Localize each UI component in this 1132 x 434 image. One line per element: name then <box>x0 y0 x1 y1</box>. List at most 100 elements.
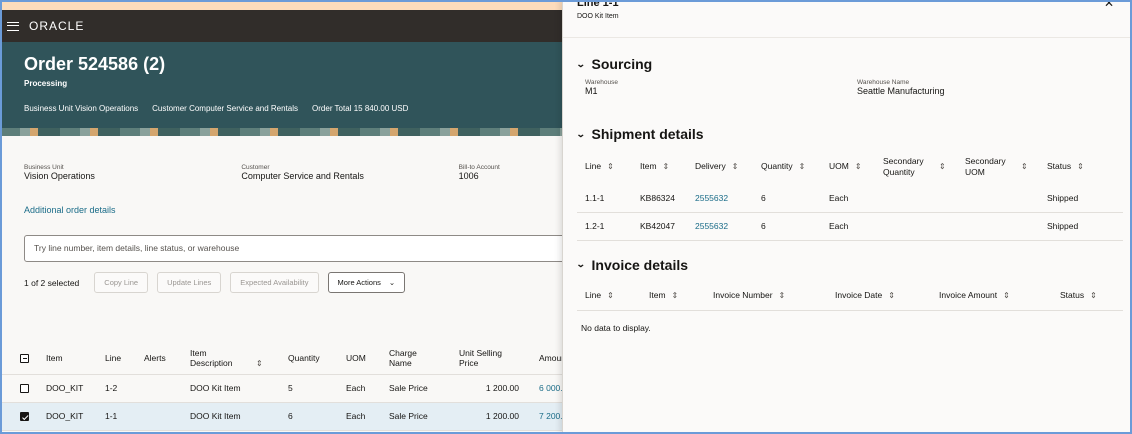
sort-icon: ⇕ <box>854 162 862 172</box>
column-header[interactable]: Quantity ⇕ <box>753 150 821 184</box>
drawer-subtitle: DOO Kit Item <box>577 13 619 20</box>
select-all-checkbox[interactable] <box>20 353 29 363</box>
cell-quantity: 6 <box>288 402 346 431</box>
sort-icon: ⇕ <box>1077 162 1084 172</box>
cell-item: KB42047 <box>632 212 687 241</box>
table-header-row: Line ⇕ Item ⇕ Delivery ⇕ Quantity ⇕ UOM ⇕ Sec… <box>577 150 1123 184</box>
shipment-section-toggle[interactable]: ⌄ Shipment details <box>576 126 1132 142</box>
column-header[interactable]: Secondary UOM ⇕ <box>957 150 1039 184</box>
invoice-table: Line ⇕ Item ⇕ Invoice Number ⇕ Invoice Date… <box>577 280 1123 311</box>
line-search-input[interactable]: Try line number, item details, line stat… <box>24 235 584 262</box>
copy-line-button[interactable]: Copy Line <box>94 272 149 293</box>
hamburger-menu-icon[interactable] <box>7 21 19 31</box>
cell-secondary-uom <box>957 212 1039 241</box>
sourcing-fields: Warehouse M1 Warehouse Name Seattle Manufa… <box>585 79 1132 96</box>
column-header[interactable]: Invoice Number ⇕ <box>705 280 827 311</box>
cell-uom: Each <box>821 212 875 241</box>
column-header-label: Item <box>649 289 666 300</box>
section-title: Shipment details <box>591 126 704 142</box>
sort-icon: ⇕ <box>607 162 614 172</box>
column-header-label: Delivery <box>695 161 726 172</box>
chevron-down-icon: ⌄ <box>575 259 586 269</box>
cell-delivery-link[interactable]: 2555632 <box>687 184 753 213</box>
cell-status: Shipped <box>1039 212 1123 241</box>
column-header[interactable]: Secondary Quantity ⇕ <box>875 150 957 184</box>
sort-icon: ⇕ <box>1090 290 1097 300</box>
column-header[interactable]: Unit Selling Price <box>459 342 539 375</box>
column-header[interactable]: Invoice Amount ⇕ <box>931 280 1052 311</box>
table-row[interactable]: 1.2-1 KB42047 2555632 6 Each Shipped <box>577 212 1123 241</box>
cell-line: 1.1-1 <box>577 184 632 213</box>
sort-icon: ⇕ <box>1021 162 1028 172</box>
expected-availability-button[interactable]: Expected Availability <box>230 272 319 293</box>
column-header[interactable]: Charge Name <box>389 342 459 375</box>
sort-icon: ⇕ <box>671 290 679 300</box>
column-header-label: Quantity <box>761 161 793 172</box>
cell-item: DOO_KIT <box>46 374 105 403</box>
column-header[interactable]: Status ⇕ <box>1039 150 1123 184</box>
sort-icon[interactable]: ⇕ <box>256 359 263 368</box>
column-header-label: Invoice Date <box>835 289 883 300</box>
cell-charge: Sale Price <box>389 402 459 431</box>
sort-icon: ⇕ <box>798 162 806 172</box>
table-row[interactable]: 1.1-1 KB86324 2555632 6 Each Shipped <box>577 184 1123 213</box>
column-header-label: Secondary UOM <box>965 155 1006 177</box>
cell-delivery-link[interactable]: 2555632 <box>687 212 753 241</box>
cell-charge: Sale Price <box>389 374 459 403</box>
field-label: Customer <box>241 164 270 171</box>
meta-value: 15 840.00 USD <box>353 104 409 113</box>
sort-icon: ⇕ <box>939 162 946 172</box>
meta-label: Order Total <box>312 104 352 113</box>
drawer-header: Line 1-1 DOO Kit Item ✕ <box>563 0 1132 38</box>
cell-item: KB86324 <box>632 184 687 213</box>
row-checkbox[interactable] <box>20 384 29 394</box>
column-header[interactable]: Item <box>46 342 105 375</box>
sort-icon: ⇕ <box>778 290 786 300</box>
column-header[interactable]: Quantity <box>288 342 346 375</box>
more-actions-label: More Actions <box>337 278 381 287</box>
empty-message: No data to display. <box>581 323 651 333</box>
sort-icon: ⇕ <box>731 162 739 172</box>
column-header[interactable]: Item ⇕ <box>641 280 705 311</box>
sort-icon: ⇕ <box>1003 290 1010 300</box>
oracle-logo[interactable]: ORACLE <box>29 19 84 33</box>
column-header[interactable]: Line <box>105 342 144 375</box>
column-header-label: Status <box>1060 289 1085 300</box>
drawer-title: Line 1-1 <box>577 0 619 9</box>
column-header[interactable]: Alerts <box>144 342 190 375</box>
cell-price: 1 200.00 <box>459 402 539 431</box>
cell-price: 1 200.00 <box>459 374 539 403</box>
column-header[interactable]: Delivery ⇕ <box>687 150 753 184</box>
cell-secondary-quantity <box>875 184 957 213</box>
column-header[interactable]: Line ⇕ <box>577 280 641 311</box>
more-actions-button[interactable]: More Actions ⌄ <box>327 272 406 293</box>
field-label: Warehouse Name <box>857 79 910 86</box>
cell-alerts <box>144 402 190 431</box>
table-header-row: Line ⇕ Item ⇕ Invoice Number ⇕ Invoice Date… <box>577 280 1123 311</box>
column-header-label: Invoice Number <box>713 289 773 300</box>
meta-label: Customer <box>152 104 187 113</box>
column-header[interactable]: UOM ⇕ <box>821 150 875 184</box>
cell-uom: Each <box>346 402 389 431</box>
sort-icon: ⇕ <box>607 290 614 300</box>
update-lines-button[interactable]: Update Lines <box>157 272 222 293</box>
meta-value: Vision Operations <box>75 104 139 113</box>
row-checkbox[interactable] <box>20 412 29 422</box>
meta-label: Business Unit <box>24 104 73 113</box>
field-value: Computer Service and Rentals <box>241 171 364 181</box>
column-header[interactable]: Item ⇕ <box>632 150 687 184</box>
column-header[interactable]: Line ⇕ <box>577 150 632 184</box>
cell-secondary-uom <box>957 184 1039 213</box>
close-icon[interactable]: ✕ <box>1104 0 1114 10</box>
column-header[interactable]: UOM <box>346 342 389 375</box>
cell-description: DOO Kit Item <box>190 402 288 431</box>
column-header[interactable]: Invoice Date ⇕ <box>827 280 931 311</box>
column-header[interactable]: Status ⇕ <box>1052 280 1123 311</box>
column-header[interactable]: Item Description ⇕ <box>190 342 288 375</box>
invoice-section-toggle[interactable]: ⌄ Invoice details <box>575 257 1132 273</box>
cell-uom: Each <box>346 374 389 403</box>
column-header-label: Line <box>585 289 602 300</box>
line-details-drawer: Line 1-1 DOO Kit Item ✕ ⌄ Sourcing Wareho… <box>562 0 1132 434</box>
cell-line: 1-2 <box>105 374 144 403</box>
sourcing-section-toggle[interactable]: ⌄ Sourcing <box>576 56 1132 72</box>
